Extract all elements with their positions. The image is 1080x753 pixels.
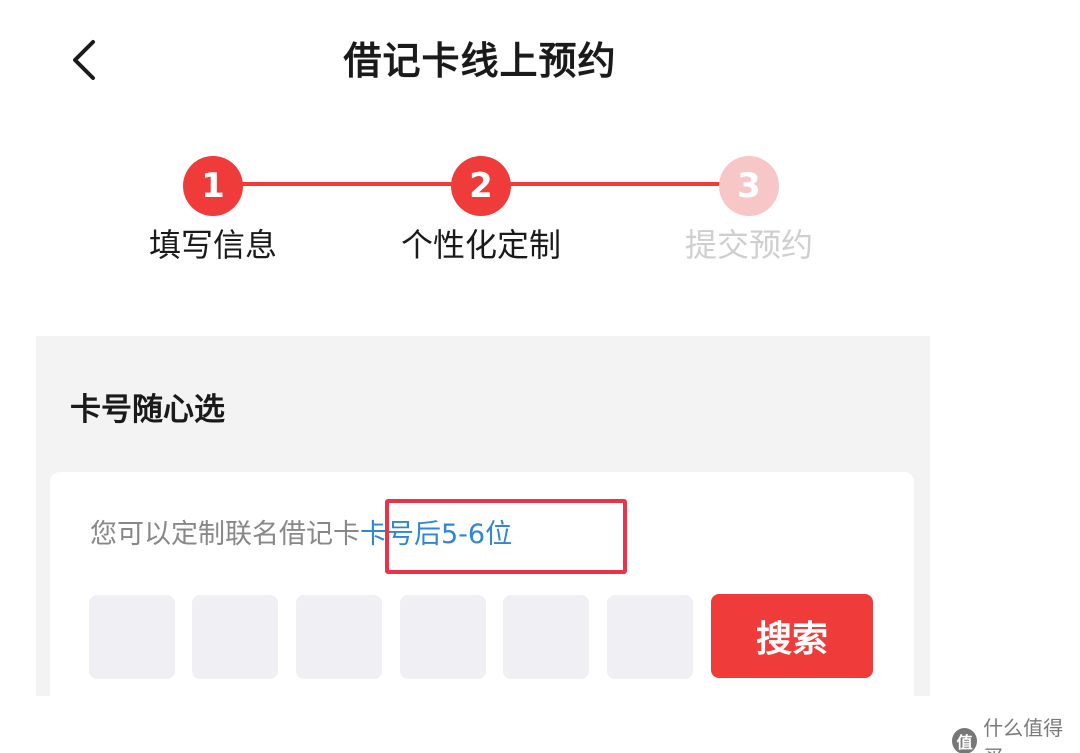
step-3-label: 提交预约 [684, 226, 813, 264]
watermark-text: 什么值得买 [983, 716, 1064, 753]
app-screen: 借记卡线上预约 1 2 3 填写信息 个性化定制 提交预约 卡号随心选 您可以定… [0, 0, 1080, 753]
step-3-number: 3 [737, 166, 761, 206]
step-2-label: 个性化定制 [400, 226, 561, 264]
section-title: 卡号随心选 [70, 392, 225, 428]
watermark-logo-icon: 值 [952, 728, 978, 753]
step-1-label: 填写信息 [148, 226, 277, 264]
watermark: 值 什么值得买 [952, 712, 1080, 753]
step-3-circle: 3 [719, 156, 779, 216]
step-1-circle: 1 [183, 156, 243, 216]
page-title: 借记卡线上预约 [343, 39, 617, 83]
digit-input-1[interactable] [89, 595, 175, 679]
step-connector-2-3 [510, 182, 724, 186]
hint-prefix: 您可以定制联名借记卡 [90, 519, 360, 550]
digit-input-2[interactable] [192, 595, 278, 679]
digit-input-4[interactable] [400, 595, 486, 679]
digit-input-3[interactable] [296, 595, 382, 679]
back-button[interactable] [62, 36, 106, 84]
chevron-left-icon [73, 40, 95, 80]
step-1-number: 1 [201, 166, 225, 206]
digit-input-5[interactable] [503, 595, 589, 679]
step-2-circle: 2 [451, 156, 511, 216]
annotation-highlight-box [385, 499, 627, 574]
digit-input-6[interactable] [607, 595, 693, 679]
step-connector-1-2 [240, 182, 454, 186]
step-2-number: 2 [469, 166, 493, 206]
search-button[interactable]: 搜索 [711, 594, 873, 678]
